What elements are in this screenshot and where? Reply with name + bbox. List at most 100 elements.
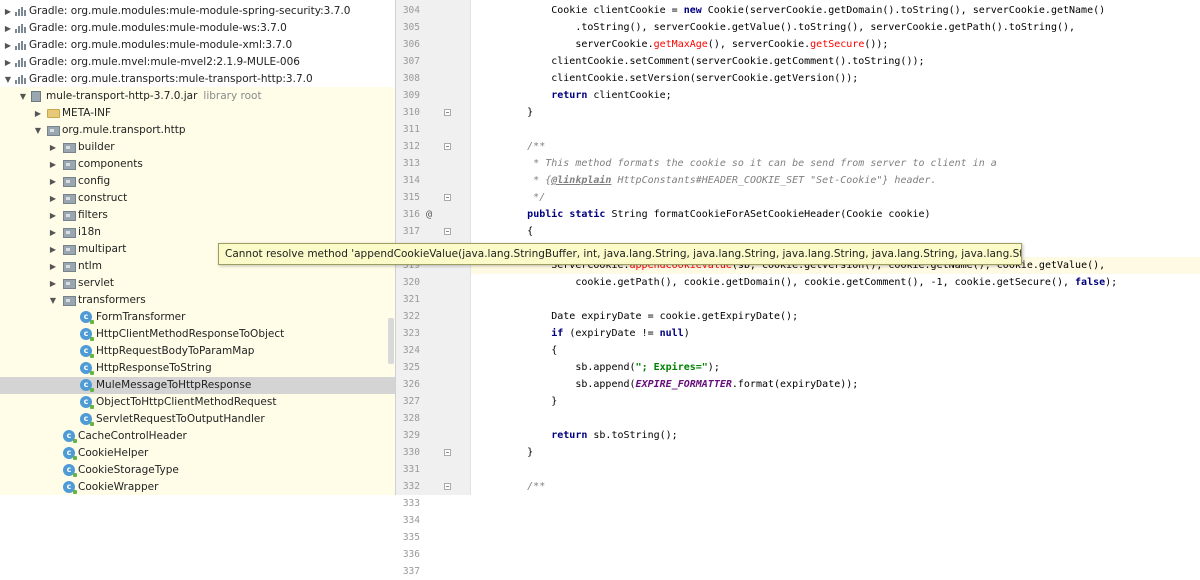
chevron-down-icon[interactable]: ▼ [3, 71, 13, 88]
code-line[interactable]: serverCookie.getMaxAge(), serverCookie.g… [479, 36, 888, 53]
code-token: ) [683, 328, 690, 339]
code-token: getSecure [810, 39, 865, 50]
code-token: ()); [864, 39, 889, 50]
code-line[interactable]: .toString(), serverCookie.getValue().toS… [479, 19, 1075, 36]
code-line[interactable]: cookie.getPath(), cookie.getDomain(), co… [479, 274, 1117, 291]
chevron-right-icon[interactable]: ▶ [3, 54, 13, 71]
code-token: * { [479, 175, 552, 186]
class-icon: c [80, 362, 94, 375]
error-tooltip: Cannot resolve method 'appendCookieValue… [218, 243, 1022, 265]
code-token: .format(expiryDate)); [731, 379, 859, 390]
chevron-right-icon[interactable]: ▶ [3, 20, 13, 37]
code-token: (), serverCookie. [707, 39, 811, 50]
code-token: (expiryDate != [563, 328, 660, 339]
code-line[interactable]: sb.append(EXPIRE_FORMATTER.format(expiry… [479, 376, 858, 393]
chevron-right-icon[interactable]: ▶ [48, 173, 58, 190]
tree-item[interactable]: c ObjectToHttpClientMethodRequest [0, 394, 395, 411]
tree-item[interactable]: ▼ Gradle: org.mule.transports:mule-transp… [0, 71, 395, 88]
tree-item[interactable]: c CacheControlHeader [0, 428, 395, 445]
tree-item-label: ObjectToHttpClientMethodRequest [96, 396, 277, 408]
tree-item[interactable]: c HttpClientMethodResponseToObject [0, 326, 395, 343]
error-tooltip-text: Cannot resolve method 'appendCookieValue… [225, 248, 1022, 260]
tree-item[interactable]: ▶ Gradle: org.mule.modules:mule-module-ws… [0, 20, 395, 37]
tree-item[interactable]: ▶ components [0, 156, 395, 173]
chevron-right-icon[interactable]: ▶ [3, 37, 13, 54]
code-line[interactable]: if (expiryDate != null) [479, 325, 690, 342]
code-line[interactable]: /** [479, 138, 545, 155]
fold-marker-icon[interactable] [444, 194, 451, 201]
code-line[interactable]: sb.append("; Expires="); [479, 359, 720, 376]
code-line[interactable]: clientCookie.setVersion(serverCookie.get… [479, 70, 858, 87]
code-line[interactable]: Cookie clientCookie = new Cookie(serverC… [479, 2, 1105, 19]
tree-item-suffix: library root [203, 90, 262, 102]
tree-item-label: org.mule.transport.http [62, 124, 186, 136]
tree-item[interactable]: c CookieHelper [0, 445, 395, 462]
tree-item[interactable]: ▶ filters [0, 207, 395, 224]
tree-item[interactable]: ▼ mule-transport-http-3.7.0.jar library ro… [0, 88, 395, 105]
tree-item-label: config [78, 175, 111, 187]
code-line[interactable]: } [479, 444, 533, 461]
code-token: * This method formats the cookie so it c… [479, 158, 997, 169]
fold-marker-icon[interactable] [444, 109, 451, 116]
chevron-right-icon[interactable]: ▶ [48, 190, 58, 207]
package-icon [63, 177, 76, 187]
tree-item[interactable]: c CookieWrapper [0, 479, 395, 495]
tree-item[interactable]: ▶ Gradle: org.mule.modules:mule-module-sp… [0, 3, 395, 20]
line-number: 306 [402, 39, 420, 50]
chevron-right-icon[interactable]: ▶ [48, 139, 58, 156]
fold-marker-icon[interactable] [444, 449, 451, 456]
chevron-down-icon[interactable]: ▼ [33, 122, 43, 139]
tree-item[interactable]: c CookieStorageType [0, 462, 395, 479]
tree-scrollbar-thumb[interactable] [388, 318, 394, 364]
fold-marker-icon[interactable] [444, 143, 451, 150]
tree-item[interactable]: c HttpResponseToString [0, 360, 395, 377]
chevron-down-icon[interactable]: ▼ [18, 88, 28, 105]
chevron-right-icon[interactable]: ▶ [33, 105, 43, 122]
code-line[interactable]: } [479, 104, 533, 121]
code-token: ); [1105, 277, 1118, 288]
code-line[interactable]: * This method formats the cookie so it c… [479, 155, 997, 172]
tree-item[interactable]: c HttpRequestBodyToParamMap [0, 343, 395, 360]
code-line[interactable]: * {@linkplain HttpConstants#HEADER_COOKI… [479, 172, 936, 189]
code-line[interactable]: { [479, 223, 533, 240]
tree-item[interactable]: ▶ builder [0, 139, 395, 156]
tree-item[interactable]: ▶ i18n [0, 224, 395, 241]
override-marker-icon[interactable]: @ [426, 206, 432, 223]
tree-item[interactable]: ▶ servlet [0, 275, 395, 292]
code-line[interactable]: return sb.toString(); [479, 427, 677, 444]
tree-item[interactable]: ▶ META-INF [0, 105, 395, 122]
fold-marker-icon[interactable] [444, 483, 451, 490]
tree-item-label: HttpResponseToString [96, 362, 212, 374]
tree-item[interactable]: ▶ Gradle: org.mule.modules:mule-module-xm… [0, 37, 395, 54]
code-line[interactable]: /** [479, 478, 545, 495]
code-token: clientCookie.setVersion(serverCookie.get… [479, 73, 859, 84]
chevron-down-icon[interactable]: ▼ [48, 292, 58, 309]
code-line[interactable]: } [479, 393, 557, 410]
fold-marker-icon[interactable] [444, 228, 451, 235]
tree-item[interactable]: ▶ config [0, 173, 395, 190]
chevron-right-icon[interactable]: ▶ [48, 258, 58, 275]
code-line[interactable]: */ [479, 189, 545, 206]
chevron-right-icon[interactable]: ▶ [48, 275, 58, 292]
code-token: sb.append( [479, 379, 636, 390]
tree-item[interactable]: c MuleMessageToHttpResponse [0, 377, 395, 394]
line-number: 333 [402, 498, 420, 509]
code-token: return [551, 430, 588, 441]
chevron-right-icon[interactable]: ▶ [48, 241, 58, 258]
code-line[interactable]: Date expiryDate = cookie.getExpiryDate()… [479, 308, 798, 325]
code-line[interactable]: clientCookie.setComment(serverCookie.get… [479, 53, 924, 70]
tree-item[interactable]: ▼ org.mule.transport.http [0, 122, 395, 139]
tree-item[interactable]: ▶ construct [0, 190, 395, 207]
code-line[interactable]: return clientCookie; [479, 87, 671, 104]
tree-item[interactable]: c FormTransformer [0, 309, 395, 326]
code-line[interactable]: public static String formatCookieForASet… [479, 206, 930, 223]
tree-item[interactable]: ▼ transformers [0, 292, 395, 309]
chevron-right-icon[interactable]: ▶ [48, 156, 58, 173]
code-line[interactable]: { [479, 342, 557, 359]
chevron-right-icon[interactable]: ▶ [48, 207, 58, 224]
chevron-right-icon[interactable]: ▶ [48, 224, 58, 241]
class-icon: c [80, 328, 94, 341]
chevron-right-icon[interactable]: ▶ [3, 3, 13, 20]
tree-item[interactable]: c ServletRequestToOutputHandler [0, 411, 395, 428]
tree-item[interactable]: ▶ Gradle: org.mule.mvel:mule-mvel2:2.1.9-… [0, 54, 395, 71]
